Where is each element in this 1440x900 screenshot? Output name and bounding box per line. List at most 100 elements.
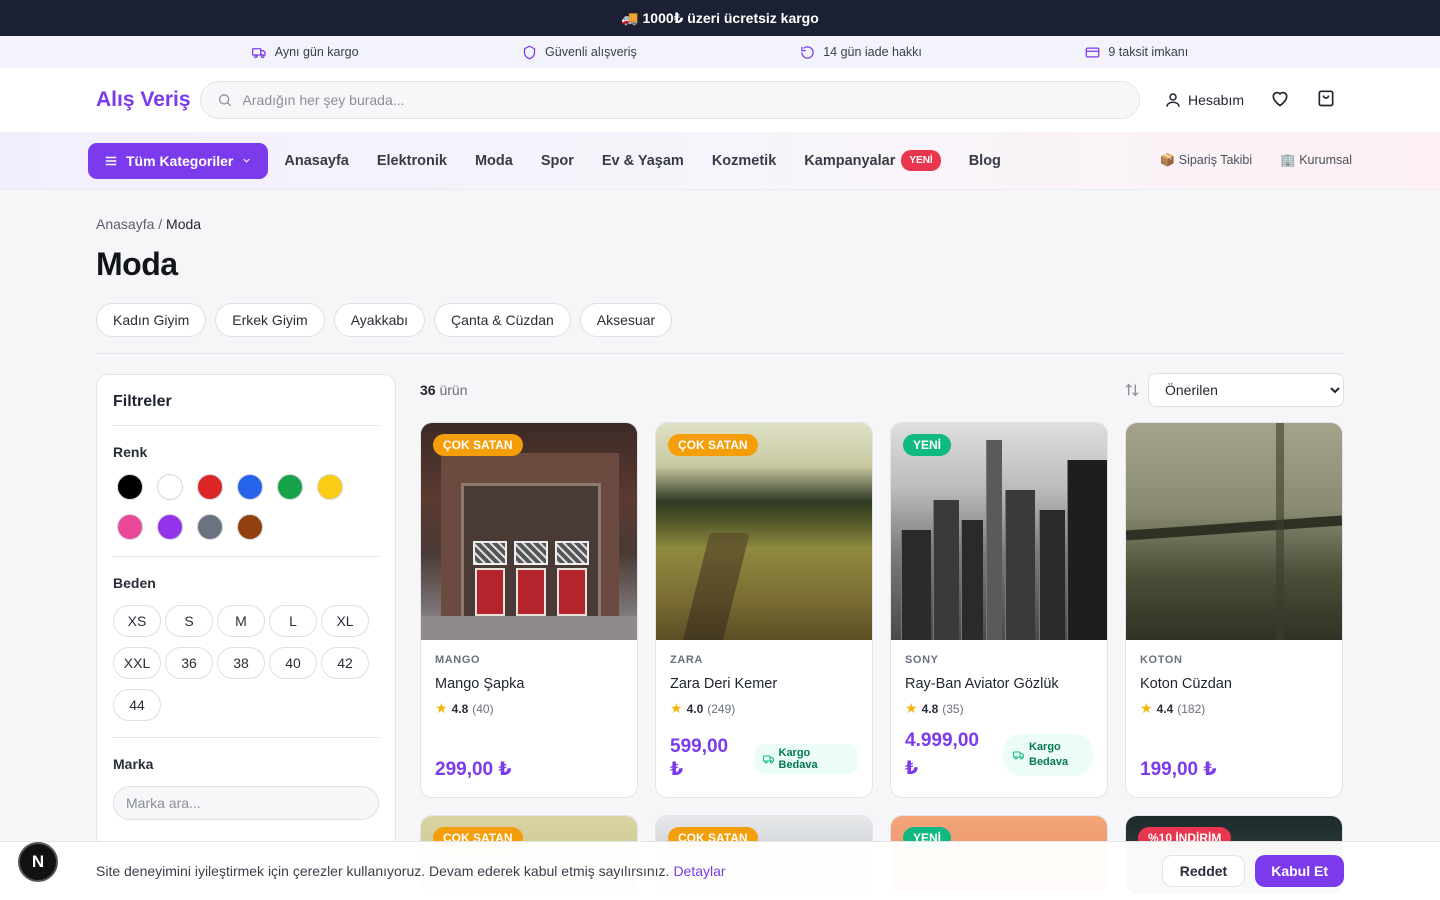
color-swatch-yellow[interactable] (317, 474, 343, 500)
cookie-details-link[interactable]: Detaylar (673, 863, 725, 879)
product-card[interactable]: ÇOK SATAN MANGO Mango Şapka ★ 4.8 (40) 2… (420, 422, 638, 798)
filter-size-heading: Beden (113, 575, 156, 591)
shield-icon (523, 45, 536, 59)
size-option[interactable]: XS (113, 605, 161, 637)
listing-header: 36 ürün Önerilen (420, 373, 1344, 407)
product-brand: MANGO (435, 654, 481, 666)
search-bar[interactable] (200, 81, 1140, 119)
color-swatch-green[interactable] (277, 474, 303, 500)
product-card[interactable]: YENİ SONY Ray-Ban Aviator Gözlük ★ 4.8 (… (890, 422, 1108, 798)
product-info: KOTON Koton Cüzdan ★ 4.4 (182) 199,00 ₺ (1126, 640, 1342, 797)
filter-color-heading: Renk (113, 444, 148, 460)
product-card[interactable]: KOTON Koton Cüzdan ★ 4.4 (182) 199,00 ₺ (1125, 422, 1343, 798)
result-count: 36 ürün (420, 382, 468, 398)
brand-search-input[interactable] (113, 786, 379, 820)
accept-cookies-button[interactable]: Kabul Et (1255, 855, 1344, 887)
product-rating: ★ 4.8 (40) (435, 700, 623, 717)
color-swatch-black[interactable] (117, 474, 143, 500)
product-brand: ZARA (670, 654, 703, 666)
truck-icon (1013, 751, 1024, 760)
search-icon (218, 94, 232, 107)
free-shipping-label: Kargo Bedava (778, 746, 818, 771)
header-actions: Hesabım (1164, 88, 1336, 113)
nav-link-electronics[interactable]: Elektronik (377, 153, 447, 169)
main-nav: Tüm Kategoriler Anasayfa Elektronik Moda… (0, 132, 1440, 190)
nav-link-home-living[interactable]: Ev & Yaşam (602, 153, 684, 169)
product-name[interactable]: Koton Cüzdan (1140, 676, 1328, 692)
logo[interactable]: Alış Veriş (96, 88, 200, 112)
nav-link-cosmetics[interactable]: Kozmetik (712, 153, 776, 169)
color-swatch-pink[interactable] (117, 514, 143, 540)
nav-link-sports[interactable]: Spor (541, 153, 574, 169)
color-swatch-blue[interactable] (237, 474, 263, 500)
product-image[interactable]: YENİ (891, 423, 1107, 640)
favorites-button[interactable] (1270, 88, 1290, 113)
color-swatch-white[interactable] (157, 474, 183, 500)
filters-title: Filtreler (113, 393, 379, 426)
nav-link-home[interactable]: Anasayfa (284, 153, 348, 169)
order-tracking-link[interactable]: 📦 Sipariş Takibi (1160, 153, 1252, 168)
review-count: (40) (472, 701, 494, 716)
nav-link-blog[interactable]: Blog (969, 153, 1001, 169)
chip-bags[interactable]: Çanta & Cüzdan (434, 303, 571, 337)
color-swatch-brown[interactable] (237, 514, 263, 540)
truck-icon (762, 755, 774, 763)
breadcrumb-separator: / (158, 216, 163, 232)
sort-icon (1125, 383, 1139, 397)
chip-men[interactable]: Erkek Giyim (215, 303, 325, 337)
new-badge: YENİ (901, 150, 941, 171)
size-option[interactable]: XL (321, 605, 369, 637)
size-option[interactable]: 36 (165, 647, 213, 679)
product-image[interactable]: ÇOK SATAN (656, 423, 872, 640)
result-count-suffix: ürün (439, 382, 468, 398)
info-item-secure: Güvenli alışveriş (522, 45, 637, 60)
breadcrumb-home[interactable]: Anasayfa (96, 216, 154, 232)
breadcrumb: Anasayfa / Moda (96, 216, 1344, 232)
size-option[interactable]: 40 (269, 647, 317, 679)
product-card[interactable]: ÇOK SATAN ZARA Zara Deri Kemer ★ 4.0 (24… (655, 422, 873, 798)
color-swatches (113, 474, 379, 540)
size-option[interactable]: 44 (113, 689, 161, 721)
nav-link-fashion[interactable]: Moda (475, 153, 513, 169)
color-swatch-red[interactable] (197, 474, 223, 500)
chip-women[interactable]: Kadın Giyim (96, 303, 207, 337)
size-option[interactable]: M (217, 605, 265, 637)
size-option[interactable]: L (269, 605, 317, 637)
product-name[interactable]: Zara Deri Kemer (670, 676, 858, 692)
product-image[interactable]: ÇOK SATAN (421, 423, 637, 640)
page-title: Moda (96, 246, 178, 282)
size-option[interactable]: 38 (217, 647, 265, 679)
color-swatch-gray[interactable] (197, 514, 223, 540)
chevron-down-icon (243, 158, 250, 163)
search-input[interactable] (242, 92, 1123, 108)
dev-tools-badge[interactable]: N (18, 842, 58, 882)
cookie-message: Site deneyimini iyileştirmek için çerezl… (96, 863, 670, 879)
corporate-link[interactable]: 🏢 Kurumsal (1280, 153, 1352, 168)
review-count: (182) (1177, 701, 1206, 716)
reject-cookies-button[interactable]: Reddet (1161, 855, 1246, 887)
product-listing: 36 ürün Önerilen ÇOK SATAN MANGO Mango Ş… (420, 373, 1344, 900)
nav-link-campaigns[interactable]: Kampanyalar YENİ (804, 150, 941, 171)
account-button[interactable]: Hesabım (1164, 91, 1244, 109)
nav-link-campaigns-label: Kampanyalar (804, 152, 896, 169)
product-image[interactable] (1126, 423, 1342, 640)
product-name[interactable]: Ray-Ban Aviator Gözlük (905, 676, 1093, 692)
sort-select[interactable]: Önerilen (1148, 373, 1344, 407)
size-option[interactable]: S (165, 605, 213, 637)
chip-shoes[interactable]: Ayakkabı (333, 303, 426, 337)
rating-value: 4.8 (451, 701, 469, 716)
menu-icon (105, 156, 117, 165)
announcement-bar: 🚚 1000₺ üzeri ücretsiz kargo (0, 0, 1440, 36)
color-swatch-purple[interactable] (157, 514, 183, 540)
cart-button[interactable] (1316, 88, 1336, 113)
info-item-return: 14 gün iade hakkı (800, 45, 922, 60)
heart-icon (1272, 91, 1288, 106)
chip-accessories[interactable]: Aksesuar (579, 303, 673, 337)
product-name[interactable]: Mango Şapka (435, 676, 623, 692)
size-option[interactable]: XXL (113, 647, 161, 679)
all-categories-button[interactable]: Tüm Kategoriler (88, 142, 269, 179)
price-row: 599,00 ₺ Kargo Bedava (670, 736, 858, 797)
size-option[interactable]: 42 (321, 647, 369, 679)
star-icon: ★ (905, 700, 918, 716)
review-count: (249) (707, 701, 736, 716)
